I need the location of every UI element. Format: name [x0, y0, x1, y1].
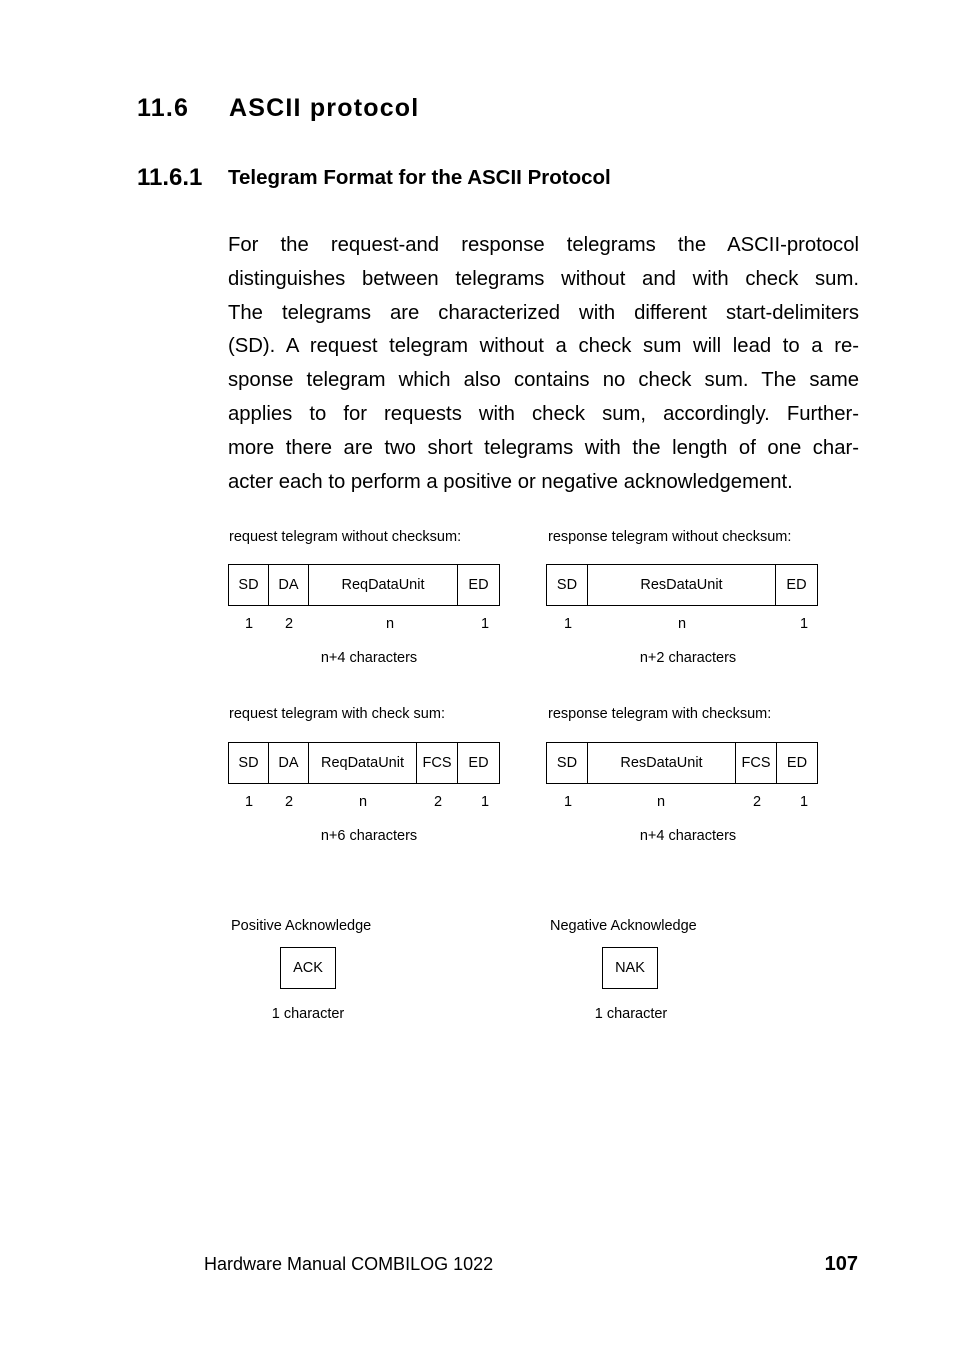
- field-length: n: [677, 616, 687, 632]
- field-length: n: [358, 794, 368, 810]
- diagram-caption: response telegram without checksum:: [548, 529, 792, 545]
- field-sd: SD: [229, 743, 269, 783]
- field-length: 1: [563, 616, 573, 632]
- field-length: 1: [244, 794, 254, 810]
- paragraph-line: acter each to perform a positive or nega…: [228, 470, 793, 493]
- field-ack: ACK: [293, 960, 323, 976]
- field-da: DA: [269, 565, 309, 605]
- total-length: 1 character: [271, 1006, 345, 1022]
- field-length: 1: [480, 794, 490, 810]
- field-sd: SD: [547, 565, 588, 605]
- field-reqdataunit: ReqDataUnit: [309, 743, 417, 783]
- field-resdataunit: ResDataUnit: [588, 565, 776, 605]
- field-length: 2: [752, 794, 762, 810]
- field-reqdataunit: ReqDataUnit: [309, 565, 458, 605]
- subsection-title: Telegram Format for the ASCII Protocol: [228, 166, 611, 189]
- paragraph-line: applies to for requests with check sum, …: [228, 402, 859, 425]
- diagram-caption: Negative Acknowledge: [550, 918, 697, 934]
- telegram-frame: SD DA ReqDataUnit FCS ED: [228, 742, 500, 784]
- paragraph-line: For the request-and response telegrams t…: [228, 234, 859, 256]
- field-fcs: FCS: [736, 743, 777, 783]
- paragraph-line: The telegrams are characterized with dif…: [228, 301, 859, 324]
- diagram-caption: response telegram with checksum:: [548, 706, 772, 722]
- field-length: n: [656, 794, 666, 810]
- footer-manual-title: Hardware Manual COMBILOG 1022: [204, 1254, 494, 1274]
- total-length: n+6 characters: [320, 828, 418, 844]
- telegram-frame: ACK: [280, 947, 336, 989]
- subsection-number: 11.6.1: [137, 164, 203, 191]
- total-length: n+2 characters: [639, 650, 737, 666]
- field-ed: ED: [786, 577, 807, 593]
- field-ed: ED: [468, 755, 489, 771]
- page-number: 107: [824, 1253, 858, 1275]
- total-length: n+4 characters: [320, 650, 418, 666]
- field-da: DA: [269, 743, 309, 783]
- field-resdataunit: ResDataUnit: [588, 743, 736, 783]
- field-ed: ED: [786, 755, 808, 771]
- field-length: 1: [799, 616, 809, 632]
- field-fcs: FCS: [417, 743, 458, 783]
- field-length: 1: [244, 616, 254, 632]
- field-length: 1: [563, 794, 573, 810]
- telegram-frame: SD ResDataUnit FCS ED: [546, 742, 818, 784]
- field-sd: SD: [547, 743, 588, 783]
- total-length: 1 character: [594, 1006, 668, 1022]
- intro-paragraph: For the request-and response telegrams t…: [228, 229, 859, 499]
- paragraph-line: more there are two short telegrams with …: [228, 436, 859, 459]
- field-length: 2: [284, 616, 294, 632]
- paragraph-line: distinguishes between telegrams without …: [228, 267, 859, 290]
- field-sd: SD: [229, 565, 269, 605]
- diagram-caption: request telegram with check sum:: [229, 706, 445, 722]
- paragraph-line: sponse telegram which also contains no c…: [228, 369, 859, 392]
- telegram-frame: NAK: [602, 947, 658, 989]
- field-nak: NAK: [615, 960, 645, 976]
- telegram-frame: SD ResDataUnit ED: [546, 564, 818, 606]
- section-number: 11.6: [137, 94, 190, 122]
- section-title: ASCII protocol: [229, 94, 420, 122]
- field-length: n: [385, 616, 395, 632]
- telegram-frame: SD DA ReqDataUnit ED: [228, 564, 500, 606]
- diagram-caption: Positive Acknowledge: [231, 918, 372, 934]
- field-length: 1: [480, 616, 490, 632]
- field-length: 2: [284, 794, 294, 810]
- field-length: 1: [799, 794, 809, 810]
- total-length: n+4 characters: [639, 828, 737, 844]
- paragraph-line: (SD). A request telegram without a check…: [228, 335, 859, 358]
- field-length: 2: [433, 794, 443, 810]
- field-ed: ED: [468, 577, 489, 593]
- diagram-caption: request telegram without checksum:: [229, 529, 462, 545]
